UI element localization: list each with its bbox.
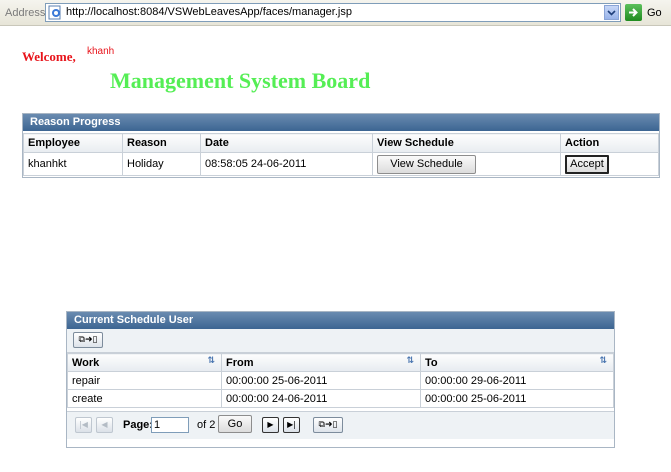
last-page-button[interactable]: ▶|	[283, 417, 300, 433]
export-button[interactable]: ⧉➜▯	[313, 417, 343, 433]
column-header: Date	[200, 133, 373, 153]
column-header-label: Work	[72, 356, 100, 369]
address-bar: Address http://localhost:8084/VSWebLeave…	[0, 0, 671, 26]
table-header-row: Employee Reason Date View Schedule Actio…	[23, 133, 659, 153]
pagination-bar: |◀ ◀ Page: of 2 Go ▶ ▶| ⧉➜▯	[67, 411, 614, 439]
column-header: Action	[560, 133, 659, 153]
page-icon	[48, 5, 61, 20]
chevron-down-icon	[607, 10, 616, 16]
employee-cell: khanhkt	[23, 152, 123, 176]
go-button[interactable]: Go	[625, 4, 669, 22]
work-cell: create	[67, 389, 222, 408]
schedule-table: Work ⇅ From ⇅ To ⇅ repair 00:00:00 25-06…	[67, 353, 614, 408]
column-header-label: To	[425, 356, 438, 369]
address-dropdown-button[interactable]	[604, 5, 619, 20]
table-header-row: Work ⇅ From ⇅ To ⇅	[67, 353, 614, 372]
column-header-to[interactable]: To ⇅	[420, 353, 614, 372]
next-page-icon: ▶	[267, 420, 274, 429]
to-cell: 00:00:00 29-06-2011	[420, 371, 614, 390]
current-schedule-panel: Current Schedule User ⧉➜▯ Work ⇅ From ⇅ …	[66, 311, 615, 448]
reason-cell: Holiday	[122, 152, 201, 176]
column-header: Reason	[122, 133, 201, 153]
export-button[interactable]: ⧉➜▯	[73, 332, 103, 348]
accept-button[interactable]: Accept	[565, 154, 609, 174]
view-schedule-cell: View Schedule	[372, 152, 561, 176]
go-label: Go	[647, 7, 662, 19]
column-header: Employee	[23, 133, 123, 153]
export-icon: ⧉➜▯	[78, 335, 98, 345]
from-cell: 00:00:00 25-06-2011	[221, 371, 421, 390]
address-url: http://localhost:8084/VSWebLeavesApp/fac…	[66, 6, 352, 18]
panel-title: Reason Progress	[23, 114, 659, 131]
sort-icon[interactable]: ⇅	[406, 356, 414, 366]
schedule-toolbar: ⧉➜▯	[67, 329, 614, 353]
table-row: repair 00:00:00 25-06-2011 00:00:00 29-0…	[67, 371, 614, 390]
table-row: khanhkt Holiday 08:58:05 24-06-2011 View…	[23, 152, 659, 176]
sort-icon[interactable]: ⇅	[599, 356, 607, 366]
panel-title: Current Schedule User	[67, 312, 614, 329]
address-input[interactable]: http://localhost:8084/VSWebLeavesApp/fac…	[45, 3, 621, 22]
prev-page-button[interactable]: ◀	[96, 417, 113, 433]
welcome-text: Welcome,	[22, 49, 76, 64]
page-label: Page:	[123, 419, 153, 431]
date-cell: 08:58:05 24-06-2011	[200, 152, 373, 176]
address-label: Address	[5, 7, 46, 19]
reason-progress-panel: Reason Progress Employee Reason Date Vie…	[22, 113, 660, 178]
table-row: create 00:00:00 24-06-2011 00:00:00 25-0…	[67, 389, 614, 408]
last-page-icon: ▶|	[287, 420, 296, 429]
sort-icon[interactable]: ⇅	[207, 356, 215, 366]
column-header: View Schedule	[372, 133, 561, 153]
column-header-work[interactable]: Work ⇅	[67, 353, 222, 372]
view-schedule-button[interactable]: View Schedule	[377, 154, 476, 174]
next-page-button[interactable]: ▶	[262, 417, 279, 433]
page-count-label: of 2	[197, 419, 216, 431]
page-title: Management System Board	[110, 68, 371, 93]
column-header-label: From	[226, 356, 254, 369]
page-go-button[interactable]: Go	[218, 415, 252, 433]
username: khanh	[87, 46, 115, 57]
from-cell: 00:00:00 24-06-2011	[221, 389, 421, 408]
first-page-icon: |◀	[79, 420, 88, 429]
to-cell: 00:00:00 25-06-2011	[420, 389, 614, 408]
page-number-input[interactable]	[151, 417, 189, 433]
go-arrow-icon	[625, 4, 642, 21]
first-page-button[interactable]: |◀	[75, 417, 92, 433]
column-header-from[interactable]: From ⇅	[221, 353, 421, 372]
work-cell: repair	[67, 371, 222, 390]
prev-page-icon: ◀	[101, 420, 108, 429]
action-cell: Accept	[560, 152, 659, 176]
reason-table: Employee Reason Date View Schedule Actio…	[23, 133, 659, 176]
export-icon: ⧉➜▯	[318, 420, 338, 430]
